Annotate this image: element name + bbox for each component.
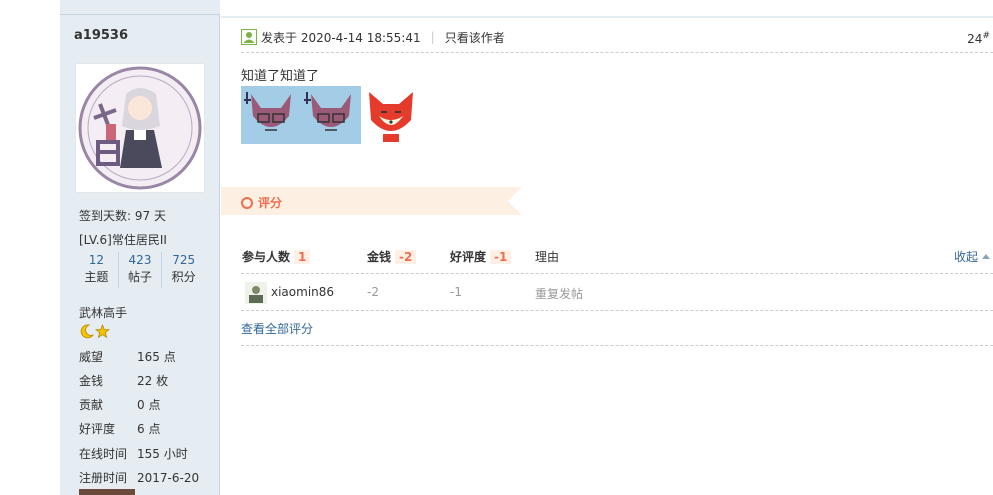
stat-topics[interactable]: 12 主题 — [75, 252, 118, 288]
stat-topics-count: 12 — [88, 253, 104, 267]
avatar[interactable] — [75, 63, 205, 193]
post-top-divider — [221, 0, 993, 18]
stat-points-count: 725 — [172, 253, 196, 267]
rating-participants-count: 1 — [294, 250, 311, 264]
prop-money-label: 金钱 — [79, 374, 104, 388]
rating-participants-header: 参与人数 1 — [242, 248, 311, 265]
rater-money: -2 — [367, 285, 379, 299]
left-gutter — [0, 0, 60, 495]
post-time: 发表于 2020-4-14 18:55:41 — [261, 30, 421, 45]
prop-contribution-value: 0 点 — [137, 398, 161, 412]
rating-collapse-link[interactable]: 收起 — [954, 248, 990, 265]
user-level[interactable]: [LV.6]常住居民II — [79, 231, 167, 248]
prop-register-date: 注册时间 2017-6-20 — [79, 469, 199, 486]
prop-register-date-label: 注册时间 — [79, 471, 128, 485]
rating-money-header: 金钱 -2 — [367, 248, 417, 265]
rating-reason-header: 理由 — [535, 250, 560, 264]
prop-goodness-value: 6 点 — [137, 422, 161, 436]
rating-money-total: -2 — [395, 250, 417, 264]
post-content: 知道了知道了 — [241, 69, 320, 84]
rating-footer-divider — [241, 345, 993, 346]
rating-title-text: 评分 — [258, 196, 283, 210]
prop-online-time: 在线时间 155 小时 — [79, 445, 188, 462]
prop-prestige-value: 165 点 — [137, 350, 176, 364]
stat-posts-label: 帖子 — [128, 270, 153, 284]
medals — [79, 324, 110, 339]
rating-goodness-total: -1 — [490, 250, 512, 264]
floor-mark: # — [982, 31, 990, 41]
author-username[interactable]: a19536 — [74, 28, 128, 43]
collapse-label: 收起 — [953, 250, 978, 264]
rating-header-divider — [241, 273, 993, 274]
rating-circle-icon — [241, 196, 253, 209]
prop-contribution-label: 贡献 — [79, 398, 104, 412]
rating-band-notch — [508, 187, 522, 215]
rating-goodness-label: 好评度 — [450, 250, 487, 264]
rating-title: 评分 — [241, 194, 282, 211]
checkin-days: 签到天数: 97 天 — [79, 209, 166, 223]
rating-participants-label: 参与人数 — [242, 250, 291, 264]
user-group-title[interactable]: 武林高手 — [79, 304, 127, 321]
rating-goodness-header: 好评度 -1 — [450, 248, 512, 265]
view-all-ratings-link[interactable]: 查看全部评分 — [241, 320, 313, 337]
post-meta: 发表于 2020-4-14 18:55:41 | 只看该作者 — [241, 28, 505, 46]
post-main: 发表于 2020-4-14 18:55:41 | 只看该作者 24# 知道了知道… — [221, 0, 993, 495]
prop-goodness-label: 好评度 — [79, 422, 116, 436]
stat-topics-label: 主题 — [84, 270, 109, 284]
prop-goodness: 好评度 6 点 — [79, 420, 160, 437]
prop-prestige-label: 威望 — [79, 350, 104, 364]
meta-divider — [241, 52, 993, 53]
sidebar-top-divider — [60, 0, 220, 15]
meta-separator: | — [430, 30, 435, 44]
rating-money-label: 金钱 — [367, 250, 392, 264]
prop-online-time-label: 在线时间 — [79, 447, 128, 461]
rater-goodness: -1 — [450, 285, 462, 299]
prop-contribution: 贡献 0 点 — [79, 396, 160, 413]
rater-name[interactable]: xiaomin86 — [271, 285, 334, 299]
stat-points-label: 积分 — [171, 270, 196, 284]
rater-reason: 重复发帖 — [535, 287, 584, 301]
prop-money: 金钱 22 枚 — [79, 372, 168, 389]
prop-money-value: 22 枚 — [137, 374, 169, 388]
only-author-link[interactable]: 只看该作者 — [445, 29, 505, 46]
fox-emoticon-1 — [241, 86, 301, 144]
rating-row-divider — [241, 310, 993, 311]
prop-register-date-value: 2017-6-20 — [137, 471, 200, 485]
stat-posts-count: 423 — [128, 253, 152, 267]
medal-strip — [79, 489, 135, 495]
stat-points[interactable]: 725 积分 — [161, 252, 205, 288]
user-online-icon — [241, 29, 257, 45]
stat-posts[interactable]: 423 帖子 — [117, 252, 162, 288]
author-sidebar: a19536 签到天数: 97 天 [LV.6]常住居民II 12 主题 423… — [60, 0, 220, 495]
star-icon — [95, 324, 110, 339]
fox-emoticon-2 — [301, 86, 361, 144]
prop-prestige: 威望 165 点 — [79, 348, 176, 365]
user-stats: 12 主题 423 帖子 725 积分 — [75, 252, 205, 288]
rater-avatar[interactable] — [245, 282, 267, 304]
floor-number[interactable]: 24# — [967, 31, 990, 46]
avatar-image — [78, 66, 202, 190]
collapse-arrow-icon — [982, 254, 990, 259]
fox-emoticon-3 — [369, 92, 413, 142]
prop-online-time-value: 155 小时 — [137, 447, 188, 461]
moon-icon — [80, 324, 94, 339]
floor-number-value: 24 — [967, 32, 983, 46]
